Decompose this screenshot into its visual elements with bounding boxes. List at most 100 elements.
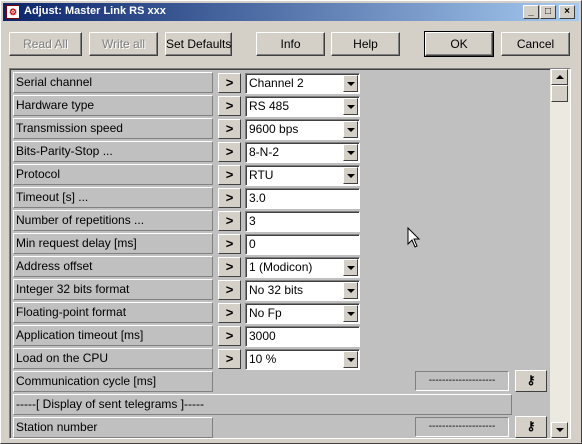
parameter-label: Transmission speed	[13, 118, 213, 139]
scroll-down-button[interactable]	[551, 422, 568, 438]
parameter-row: Load on the CPU >10 %	[13, 347, 373, 370]
parameter-row: Application timeout [ms] >3000	[13, 324, 373, 347]
chevron-down-icon[interactable]	[343, 305, 358, 322]
expand-arrow-button[interactable]: >	[218, 257, 241, 277]
key-icon[interactable]: ⚷	[515, 370, 547, 392]
telegrams-section-header: -----[ Display of sent telegrams ]-----	[13, 394, 512, 415]
scroll-thumb[interactable]	[551, 85, 568, 102]
parameter-dropdown[interactable]: 10 %	[245, 349, 360, 370]
parameter-dropdown[interactable]: 9600 bps	[245, 119, 360, 140]
parameter-row: Min request delay [ms] >0	[13, 232, 373, 255]
parameter-dropdown[interactable]: RTU	[245, 165, 360, 186]
chevron-down-icon[interactable]	[343, 144, 358, 161]
parameter-row: Integer 32 bits format > No 32 bits	[13, 278, 373, 301]
parameter-dropdown[interactable]: No 32 bits	[245, 280, 360, 301]
chevron-down-icon[interactable]	[343, 282, 358, 299]
parameter-value: RTU	[249, 168, 274, 182]
parameter-value: 9600 bps	[249, 122, 299, 136]
expand-arrow-button[interactable]: >	[218, 119, 241, 139]
chevron-down-icon[interactable]	[343, 167, 358, 184]
parameter-row: Hardware type > RS 485	[13, 94, 373, 117]
parameter-row: Number of repetitions ... >3	[13, 209, 373, 232]
parameter-value: 8-N-2	[249, 145, 280, 159]
parameter-value: 3.0	[249, 191, 266, 205]
expand-arrow-button[interactable]: >	[218, 211, 241, 231]
parameter-input[interactable]: 3.0	[245, 188, 360, 209]
expand-arrow-button[interactable]: >	[218, 234, 241, 254]
station-number-status: --------------------	[415, 417, 509, 437]
title-bar[interactable]: ⚙ Adjust: Master Link RS xxx _ □ ×	[3, 3, 579, 21]
write-all-button[interactable]: Write all	[89, 32, 158, 56]
expand-arrow-button[interactable]: >	[218, 96, 241, 116]
help-button[interactable]: Help	[331, 32, 400, 56]
parameter-dropdown[interactable]: RS 485	[245, 96, 360, 117]
parameter-label: Integer 32 bits format	[13, 279, 213, 300]
parameter-input[interactable]: 3000	[245, 326, 360, 347]
chevron-down-icon[interactable]	[343, 121, 358, 138]
parameter-value: Channel 2	[249, 76, 304, 90]
parameter-label: Application timeout [ms]	[13, 325, 213, 346]
parameter-dropdown[interactable]: No Fp	[245, 303, 360, 324]
parameter-label: Load on the CPU	[13, 348, 213, 369]
parameter-panel: Serial channel > Channel 2 Hardware type > RS…	[9, 68, 571, 439]
parameter-row: Floating-point format > No Fp	[13, 301, 373, 324]
minimize-button[interactable]: _	[523, 5, 539, 19]
parameter-label: Timeout [s] ...	[13, 187, 213, 208]
communication-cycle-label: Communication cycle [ms]	[13, 371, 213, 392]
parameter-value: RS 485	[249, 99, 290, 113]
parameter-value: 3000	[249, 329, 276, 343]
parameter-dropdown[interactable]: 1 (Modicon)	[245, 257, 360, 278]
parameter-row: Address offset >1 (Modicon)	[13, 255, 373, 278]
maximize-button[interactable]: □	[540, 5, 556, 19]
station-number-label: Station number	[13, 417, 213, 438]
expand-arrow-button[interactable]: >	[218, 280, 241, 300]
parameter-row: Serial channel > Channel 2	[13, 71, 373, 94]
chevron-down-icon[interactable]	[343, 75, 358, 92]
cancel-button[interactable]: Cancel	[501, 32, 570, 56]
parameter-input[interactable]: 0	[245, 234, 360, 255]
parameter-input[interactable]: 3	[245, 211, 360, 232]
expand-arrow-button[interactable]: >	[218, 349, 241, 369]
chevron-down-icon[interactable]	[343, 98, 358, 115]
communication-cycle-status: --------------------	[415, 371, 509, 391]
vertical-scrollbar[interactable]	[550, 69, 570, 438]
parameter-label: Min request delay [ms]	[13, 233, 213, 254]
parameter-label: Bits-Parity-Stop ...	[13, 141, 213, 162]
read-all-button[interactable]: Read All	[9, 32, 82, 56]
parameter-row: Timeout [s] ... >3.0	[13, 186, 373, 209]
chevron-down-icon[interactable]	[343, 259, 358, 276]
expand-arrow-button[interactable]: >	[218, 188, 241, 208]
parameter-value: 0	[249, 237, 256, 251]
parameter-label: Hardware type	[13, 95, 213, 116]
document-icon: ⚙	[6, 5, 20, 19]
key-icon[interactable]: ⚷	[515, 416, 547, 438]
parameter-value: 1 (Modicon)	[249, 260, 313, 274]
expand-arrow-button[interactable]: >	[218, 73, 241, 93]
parameter-label: Serial channel	[13, 72, 213, 93]
expand-arrow-button[interactable]: >	[218, 142, 241, 162]
parameter-label: Address offset	[13, 256, 213, 277]
expand-arrow-button[interactable]: >	[218, 303, 241, 323]
parameter-label: Protocol	[13, 164, 213, 185]
parameter-dropdown[interactable]: 8-N-2	[245, 142, 360, 163]
parameter-value: No 32 bits	[249, 283, 304, 297]
scroll-up-button[interactable]	[551, 69, 568, 85]
parameter-label: Number of repetitions ...	[13, 210, 213, 231]
parameter-value: 10 %	[249, 352, 277, 366]
parameter-label: Floating-point format	[13, 302, 213, 323]
ok-button[interactable]: OK	[424, 31, 494, 57]
parameter-dropdown[interactable]: Channel 2	[245, 73, 360, 94]
mouse-cursor-icon	[407, 227, 421, 248]
parameter-value: No Fp	[249, 306, 282, 320]
expand-arrow-button[interactable]: >	[218, 326, 241, 346]
expand-arrow-button[interactable]: >	[218, 165, 241, 185]
parameter-value: 3	[249, 214, 256, 228]
set-defaults-button[interactable]: Set Defaults	[165, 32, 232, 56]
window-title: Adjust: Master Link RS xxx	[24, 5, 166, 17]
parameter-row: Transmission speed >9600 bps	[13, 117, 373, 140]
parameter-row: Protocol > RTU	[13, 163, 373, 186]
close-button[interactable]: ×	[559, 5, 575, 19]
info-button[interactable]: Info	[256, 32, 325, 56]
chevron-down-icon[interactable]	[343, 351, 358, 368]
adjust-window: ⚙ Adjust: Master Link RS xxx _ □ × Read …	[0, 0, 582, 444]
